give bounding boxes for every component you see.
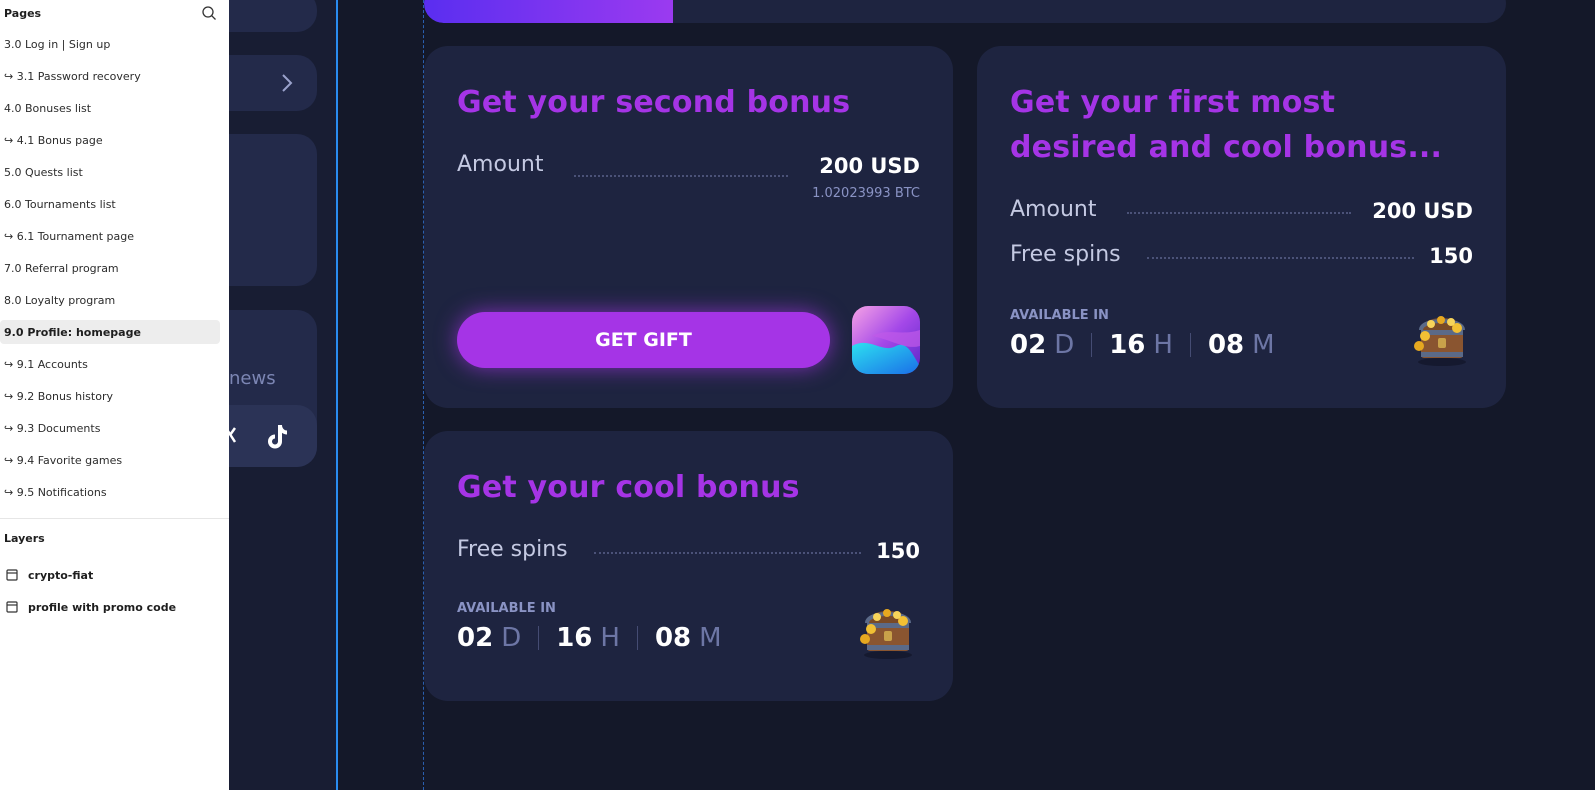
search-icon[interactable] bbox=[201, 5, 217, 21]
layers-title: Layers bbox=[4, 532, 45, 545]
dotted-leader bbox=[1127, 212, 1351, 214]
layer-label: profile with promo code bbox=[28, 600, 177, 614]
page-item[interactable]: 4.0 Bonuses list bbox=[0, 96, 220, 120]
available-in-label: AVAILABLE IN bbox=[457, 601, 556, 616]
timer-separator bbox=[538, 626, 540, 650]
page-item[interactable]: 5.0 Quests list bbox=[0, 160, 220, 184]
timer-hours-unit: H bbox=[1153, 330, 1173, 360]
pages-title: Pages bbox=[4, 6, 42, 20]
treasure-chest-icon bbox=[1414, 316, 1466, 366]
sidebar-card bbox=[229, 134, 317, 286]
sidebar-card bbox=[229, 0, 317, 32]
page-frame-icon bbox=[6, 569, 18, 581]
card-title-line-2: desired and cool bonus... bbox=[1010, 130, 1443, 165]
timer-days-unit: D bbox=[1054, 330, 1075, 360]
panel-divider bbox=[0, 518, 229, 519]
timer-hours: 16 bbox=[1109, 330, 1146, 360]
page-item[interactable]: ↪ 4.1 Bonus page bbox=[0, 128, 220, 152]
timer-minutes-unit: M bbox=[1252, 330, 1275, 360]
timer-days-unit: D bbox=[501, 623, 522, 653]
timer-minutes-unit: M bbox=[699, 623, 722, 653]
timer-separator bbox=[1189, 333, 1191, 357]
available-in-label: AVAILABLE IN bbox=[1010, 308, 1109, 323]
page-item[interactable]: 7.0 Referral program bbox=[0, 256, 220, 280]
app-icon[interactable] bbox=[852, 306, 920, 374]
sidebar-menu-card[interactable] bbox=[229, 55, 317, 111]
page-item[interactable]: ↪ 9.4 Favorite games bbox=[0, 448, 220, 472]
page-item[interactable]: 6.0 Tournaments list bbox=[0, 192, 220, 216]
countdown-timer: 02 D 16 H 08 M bbox=[457, 623, 722, 653]
timer-days: 02 bbox=[1010, 330, 1047, 360]
layer-item[interactable]: profile with promo code bbox=[6, 597, 176, 617]
page-item[interactable]: ↪ 3.1 Password recovery bbox=[0, 64, 220, 88]
free-spins-value: 150 bbox=[1429, 244, 1473, 268]
page-item[interactable]: ↪ 6.1 Tournament page bbox=[0, 224, 220, 248]
countdown-timer: 02 D 16 H 08 M bbox=[1010, 330, 1275, 360]
page-item[interactable]: ↪ 9.3 Documents bbox=[0, 416, 220, 440]
layer-item[interactable]: crypto-fiat bbox=[6, 565, 93, 585]
amount-crypto-value: 1.02023993 BTC bbox=[812, 186, 920, 201]
amount-value: 200 USD bbox=[819, 154, 920, 178]
timer-hours-unit: H bbox=[600, 623, 620, 653]
timer-minutes: 08 bbox=[1207, 330, 1245, 360]
page-item[interactable]: ↪ 9.1 Accounts bbox=[0, 352, 220, 376]
page-item-selected[interactable]: 9.0 Profile: homepage bbox=[0, 320, 220, 344]
progress-fill bbox=[424, 0, 673, 23]
dotted-leader bbox=[574, 175, 788, 177]
page-item[interactable]: 3.0 Log in | Sign up bbox=[0, 32, 220, 56]
page-list: 3.0 Log in | Sign up ↪ 3.1 Password reco… bbox=[0, 32, 229, 504]
free-spins-label: Free spins bbox=[1010, 242, 1121, 267]
amount-label: Amount bbox=[1010, 197, 1097, 222]
timer-separator bbox=[1091, 333, 1093, 357]
timer-days: 02 bbox=[457, 623, 494, 653]
page-item[interactable]: 8.0 Loyalty program bbox=[0, 288, 220, 312]
layer-label: crypto-fiat bbox=[28, 568, 94, 582]
tiktok-icon[interactable] bbox=[262, 421, 292, 451]
page-frame-icon bbox=[6, 601, 18, 613]
bonus-card-cool: Get your cool bonus Free spins 150 AVAIL… bbox=[424, 431, 953, 701]
timer-minutes: 08 bbox=[654, 623, 692, 653]
pages-header: Pages bbox=[0, 0, 229, 26]
free-spins-value: 150 bbox=[876, 539, 920, 563]
amount-label: Amount bbox=[457, 152, 544, 177]
progress-bar bbox=[424, 0, 1506, 23]
dotted-leader bbox=[594, 552, 861, 554]
card-title-line-1: Get your first most bbox=[1010, 85, 1336, 120]
card-title: Get your cool bonus bbox=[457, 470, 800, 505]
news-link[interactable]: news bbox=[229, 368, 276, 389]
selection-guide bbox=[336, 0, 338, 790]
bonus-card-first: Get your first most desired and cool bon… bbox=[977, 46, 1506, 408]
card-title: Get your second bonus bbox=[457, 85, 851, 120]
timer-separator bbox=[636, 626, 638, 650]
get-gift-button[interactable]: GET GIFT bbox=[457, 312, 830, 368]
pages-panel: Pages 3.0 Log in | Sign up ↪ 3.1 Passwor… bbox=[0, 0, 229, 790]
bonus-card-second: Get your second bonus Amount 200 USD 1.0… bbox=[424, 46, 953, 408]
page-item[interactable]: ↪ 9.2 Bonus history bbox=[0, 384, 220, 408]
free-spins-label: Free spins bbox=[457, 537, 568, 562]
timer-hours: 16 bbox=[556, 623, 593, 653]
amount-value: 200 USD bbox=[1372, 199, 1473, 223]
chevron-right-icon[interactable] bbox=[280, 73, 294, 93]
treasure-chest-icon bbox=[860, 609, 912, 659]
page-item[interactable]: ↪ 9.5 Notifications bbox=[0, 480, 220, 504]
dotted-leader bbox=[1147, 257, 1414, 259]
